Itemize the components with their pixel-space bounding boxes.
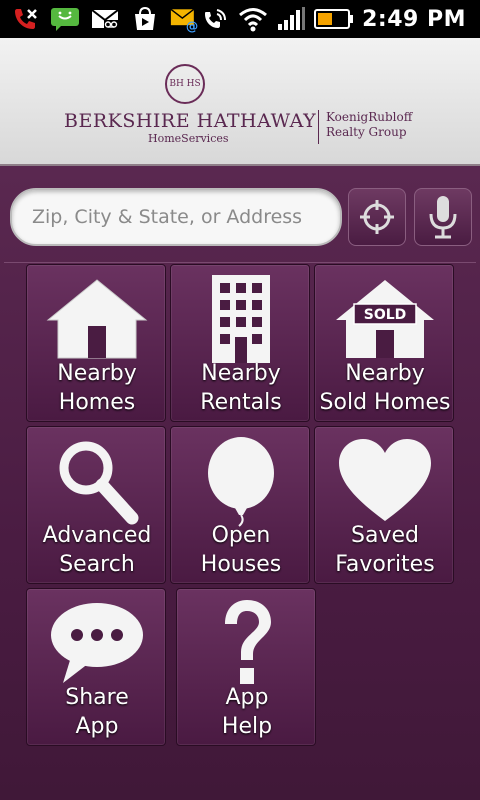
search-divider <box>4 262 476 263</box>
missed-call-icon <box>10 6 40 32</box>
search-input[interactable] <box>10 188 342 246</box>
tile-label-line2: Favorites <box>335 552 435 577</box>
tile-label-line1: Saved <box>351 523 419 548</box>
sold-badge: SOLD <box>364 307 407 323</box>
tile-app-help[interactable]: App Help <box>176 588 316 746</box>
tile-label-line2: Search <box>59 552 135 577</box>
voicemail-icon <box>90 6 120 32</box>
notification-icons: @ <box>0 6 200 33</box>
status-time: 2:49 PM <box>362 6 466 32</box>
brand-subtitle: HomeServices <box>148 132 229 145</box>
partner-line-1: KoenigRubloff <box>326 110 413 124</box>
tile-label-line1: Advanced <box>42 523 152 548</box>
tile-label-line1: Nearby <box>201 361 281 386</box>
balloon-icon <box>208 437 274 527</box>
battery-icon <box>314 6 354 32</box>
magnifier-icon <box>59 441 139 525</box>
house-icon <box>46 279 148 359</box>
question-mark-icon <box>225 600 271 684</box>
signal-icon <box>276 6 306 32</box>
tile-advanced-search[interactable]: Advanced Search <box>26 426 166 584</box>
tile-nearby-homes[interactable]: Nearby Homes <box>26 264 166 422</box>
sold-house-icon: SOLD <box>336 280 434 358</box>
tile-saved-favorites[interactable]: Saved Favorites <box>314 426 454 584</box>
system-icons: 2:49 PM <box>200 6 480 32</box>
seal-text: BH HS <box>169 79 201 89</box>
app-header: BH HS BERKSHIRE HATHAWAY HomeServices Ko… <box>0 38 480 166</box>
microphone-icon <box>429 196 457 239</box>
tile-label-line2: Help <box>221 714 273 739</box>
status-bar: @ 2:49 PM <box>0 0 480 38</box>
tile-label-line2: Homes <box>58 390 136 415</box>
search-row <box>0 166 480 260</box>
tile-label-line2: Rentals <box>200 390 282 415</box>
heart-icon <box>339 439 431 521</box>
tile-label-line1: Nearby <box>345 361 425 386</box>
tile-label-line1: Nearby <box>57 361 137 386</box>
speech-bubble-icon <box>51 603 143 683</box>
company-logo: BH HS BERKSHIRE HATHAWAY HomeServices Ko… <box>64 60 424 150</box>
tile-label-line1: Share <box>65 685 129 710</box>
tile-label-line2: App <box>75 714 119 739</box>
partner-name: KoenigRubloff Realty Group <box>326 110 412 140</box>
main-content: Nearby Homes Nearby Rentals SOLD Nearby Sol… <box>0 166 480 800</box>
tile-share-app[interactable]: Share App <box>26 588 166 746</box>
play-store-icon <box>130 6 160 32</box>
tile-label-line2: Houses <box>200 552 282 577</box>
current-location-button[interactable] <box>348 188 406 246</box>
sms-icon <box>50 6 80 32</box>
bhhs-seal-icon: BH HS <box>165 64 205 104</box>
building-icon <box>212 275 270 363</box>
tile-label-line1: App <box>225 685 269 710</box>
voice-search-button[interactable] <box>414 188 472 246</box>
brand-name: BERKSHIRE HATHAWAY <box>64 110 317 132</box>
tile-nearby-rentals[interactable]: Nearby Rentals <box>170 264 310 422</box>
svg-text:@: @ <box>186 19 198 33</box>
logo-divider <box>318 110 319 144</box>
wifi-calling-icon <box>200 6 230 32</box>
tile-label-line2: Sold Homes <box>319 390 451 415</box>
partner-line-2: Realty Group <box>326 125 407 139</box>
tile-label-line1: Open <box>211 523 271 548</box>
wifi-icon <box>238 6 268 32</box>
tile-nearby-sold-homes[interactable]: SOLD Nearby Sold Homes <box>314 264 454 422</box>
email-icon: @ <box>170 6 200 33</box>
crosshair-icon <box>360 200 394 234</box>
tile-open-houses[interactable]: Open Houses <box>170 426 310 584</box>
